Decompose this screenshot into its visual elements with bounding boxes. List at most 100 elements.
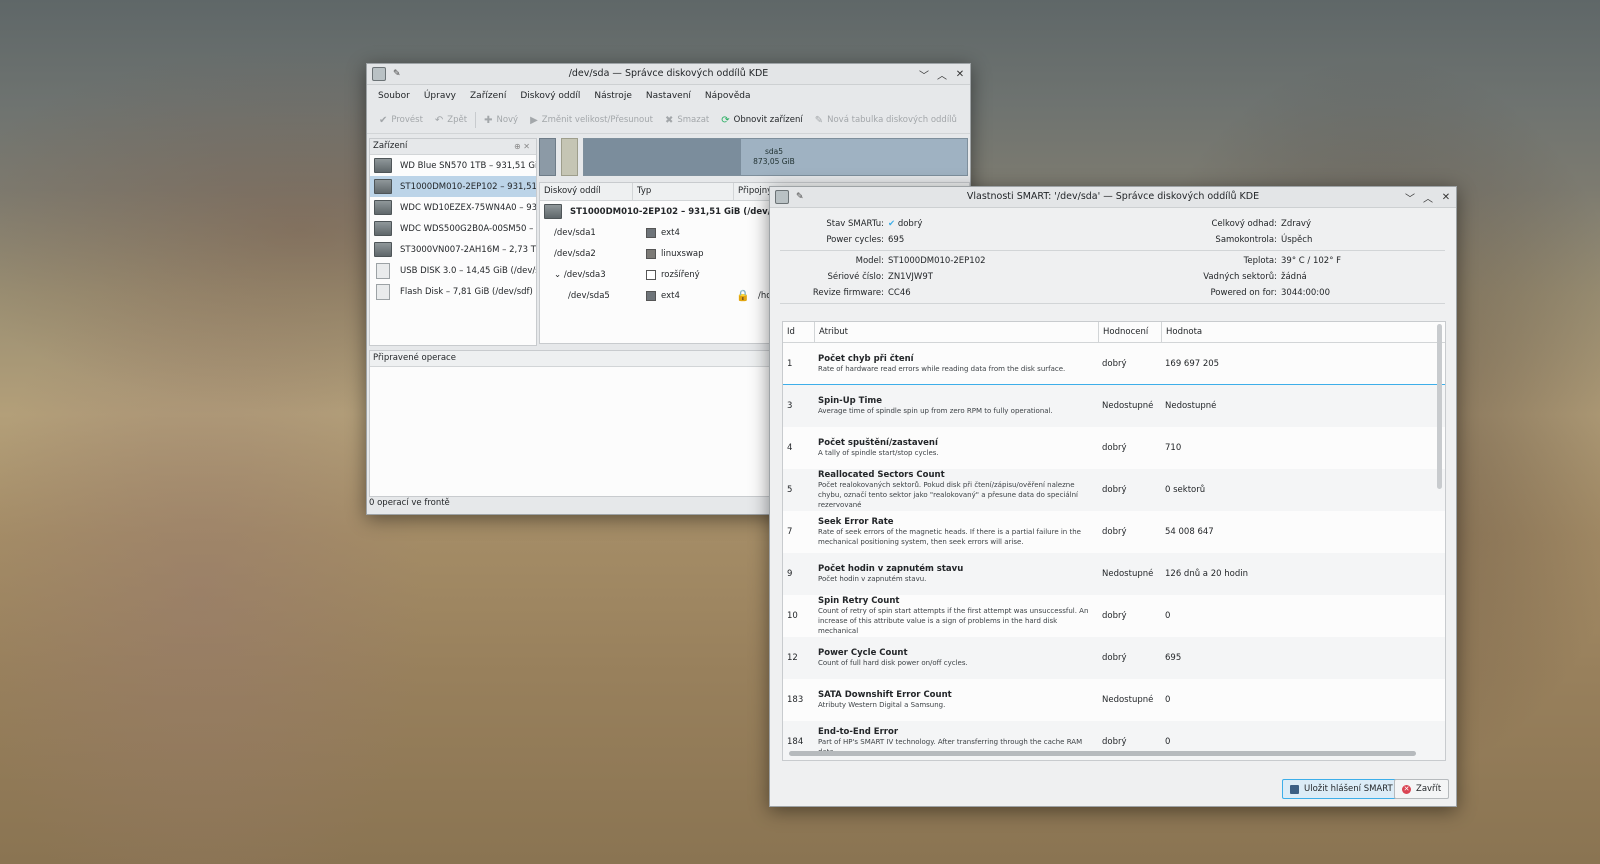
maximize-icon[interactable]: ︿ bbox=[936, 67, 948, 82]
disk-name: ST1000DM010-2EP102 – 931,51 GiB (/dev/sd… bbox=[570, 206, 792, 217]
menu-diskovy-oddil[interactable]: Diskový oddíl bbox=[513, 91, 587, 101]
col-value[interactable]: Hodnota bbox=[1162, 322, 1445, 342]
pm-title: /dev/sda — Správce diskových oddílů KDE bbox=[568, 68, 769, 79]
attribute-description: Rate of seek errors of the magnetic head… bbox=[818, 528, 1081, 546]
device-item[interactable]: WDC WDS500G2B0A-00SM50 – ... bbox=[370, 218, 536, 239]
pin-icon[interactable]: ✎ bbox=[796, 192, 804, 202]
partition-type: rozšířený bbox=[661, 269, 700, 280]
device-item[interactable]: ST3000VN007-2AH16M – 2,73 Ti... bbox=[370, 239, 536, 260]
attribute-description: Počet hodin v zapnutém stavu. bbox=[818, 575, 927, 583]
menu-napoveda[interactable]: Nápověda bbox=[698, 91, 758, 101]
close-button[interactable]: ✕ Zavřít bbox=[1394, 779, 1450, 799]
power-cycles: Power cycles: 695 bbox=[826, 233, 904, 247]
attribute-cell: Počet chyb při čtení Rate of hardware rea… bbox=[815, 354, 1099, 374]
apply-button[interactable]: ✔ Provést bbox=[373, 109, 429, 131]
partition-type: ext4 bbox=[661, 290, 680, 301]
col-type[interactable]: Typ bbox=[633, 183, 734, 200]
devices-title: Zařízení bbox=[373, 141, 408, 151]
app-icon[interactable] bbox=[372, 67, 386, 81]
device-label: Flash Disk – 7,81 GiB (/dev/sdf) bbox=[400, 286, 533, 297]
attribute-name: End-to-End Error bbox=[818, 727, 899, 737]
new-table-button[interactable]: ✎ Nová tabulka diskových oddílů bbox=[809, 109, 963, 131]
device-item[interactable]: Flash Disk – 7,81 GiB (/dev/sdf) bbox=[370, 281, 536, 302]
panel-close-icon[interactable]: ⊕ ✕ bbox=[514, 139, 530, 154]
serial-label: Sériové číslo: bbox=[827, 272, 884, 282]
attribute-row[interactable]: 7 Seek Error Rate Rate of seek errors of t… bbox=[783, 511, 1445, 553]
menu-zarizeni[interactable]: Zařízení bbox=[463, 91, 513, 101]
undo-button[interactable]: ↶ Zpět bbox=[429, 109, 473, 131]
attribute-evaluation: dobrý bbox=[1102, 653, 1127, 663]
attribute-row[interactable]: 9 Počet hodin v zapnutém stavu Počet hodin… bbox=[783, 553, 1445, 595]
menubar: Soubor Úpravy Zařízení Diskový oddíl Nás… bbox=[367, 85, 970, 107]
attribute-name: Počet chyb při čtení bbox=[818, 353, 914, 364]
col-evaluation[interactable]: Hodnocení bbox=[1099, 322, 1162, 342]
refresh-devices-button[interactable]: ⟳ Obnovit zařízení bbox=[715, 109, 808, 131]
col-attribute[interactable]: Atribut bbox=[815, 322, 1099, 342]
attribute-row[interactable]: 5 Reallocated Sectors Count Počet realokov… bbox=[783, 469, 1445, 511]
delete-button[interactable]: ✖ Smazat bbox=[659, 109, 715, 131]
attribute-row[interactable]: 12 Power Cycle Count Count of full hard di… bbox=[783, 637, 1445, 679]
partition-name: /dev/sda2 bbox=[554, 248, 596, 259]
attribute-value: 0 bbox=[1165, 611, 1171, 621]
horizontal-scrollbar[interactable] bbox=[789, 751, 1416, 756]
menu-upravy[interactable]: Úpravy bbox=[417, 91, 463, 101]
smart-title: Vlastnosti SMART: '/dev/sda' — Správce d… bbox=[966, 191, 1260, 202]
attribute-value: 0 bbox=[1165, 737, 1171, 747]
resize-icon: ▶ bbox=[530, 114, 538, 126]
model-label: Model: bbox=[855, 256, 884, 266]
devices-panel: Zařízení ⊕ ✕ WD Blue SN570 1TB – 931,51 G… bbox=[369, 138, 537, 346]
col-partition[interactable]: Diskový oddíl bbox=[540, 183, 633, 200]
menu-nastaveni[interactable]: Nastavení bbox=[639, 91, 698, 101]
save-label: Uložit hlášení SMART bbox=[1304, 784, 1393, 794]
partition-name: /dev/sda5 bbox=[568, 290, 610, 301]
close-icon[interactable]: ✕ bbox=[954, 69, 966, 80]
minimize-icon[interactable]: ﹀ bbox=[918, 67, 930, 82]
vertical-scrollbar[interactable] bbox=[1437, 324, 1442, 489]
attribute-row[interactable]: 3 Spin-Up Time Average time of spindle spi… bbox=[783, 385, 1445, 427]
attribute-id: 4 bbox=[787, 443, 793, 453]
device-item[interactable]: WD Blue SN570 1TB – 931,51 Gi... bbox=[370, 155, 536, 176]
device-item[interactable]: WDC WD10EZEX-75WN4A0 – 93... bbox=[370, 197, 536, 218]
menu-nastroje[interactable]: Nástroje bbox=[587, 91, 639, 101]
partition-bar[interactable]: sda5 873,05 GiB bbox=[539, 138, 968, 176]
minimize-icon[interactable]: ﹀ bbox=[1404, 190, 1416, 205]
overall-value: Zdravý bbox=[1281, 219, 1311, 229]
menu-soubor[interactable]: Soubor bbox=[371, 91, 417, 101]
attribute-id: 7 bbox=[787, 527, 793, 537]
new-button[interactable]: ✚ Nový bbox=[478, 109, 524, 131]
partition-segment-sda2[interactable] bbox=[561, 138, 578, 176]
attribute-row[interactable]: 1 Počet chyb při čtení Rate of hardware re… bbox=[783, 343, 1445, 385]
device-item[interactable]: USB DISK 3.0 – 14,45 GiB (/dev/s... bbox=[370, 260, 536, 281]
attribute-id: 1 bbox=[787, 358, 793, 369]
fs-color-icon bbox=[646, 227, 656, 238]
pm-titlebar[interactable]: ✎ /dev/sda — Správce diskových oddílů KD… bbox=[367, 64, 970, 85]
partition-segment-sda5[interactable]: sda5 873,05 GiB bbox=[583, 138, 968, 176]
temperature: Teplota: 39° C / 102° F bbox=[1244, 254, 1341, 268]
attribute-row[interactable]: 4 Počet spuštění/zastavení A tally of spin… bbox=[783, 427, 1445, 469]
attribute-evaluation: dobrý bbox=[1102, 527, 1127, 537]
partition-name-text: /dev/sda3 bbox=[563, 269, 606, 280]
model: Model: ST1000DM010-2EP102 bbox=[856, 254, 986, 268]
col-id[interactable]: Id bbox=[783, 322, 815, 342]
attribute-cell: Spin-Up Time Average time of spindle spin… bbox=[815, 396, 1099, 416]
attribute-row[interactable]: 10 Spin Retry Count Count of retry of spin… bbox=[783, 595, 1445, 637]
expand-icon[interactable]: ⌄ bbox=[554, 270, 564, 280]
overall-assessment: Celkový odhad: Zdravý bbox=[1211, 217, 1311, 231]
attribute-evaluation: Nedostupné bbox=[1102, 695, 1154, 705]
pin-icon[interactable]: ✎ bbox=[393, 69, 401, 79]
attribute-cell: Power Cycle Count Count of full hard disk… bbox=[815, 648, 1099, 668]
device-item[interactable]: ST1000DM010-2EP102 – 931,51 ... bbox=[370, 176, 536, 197]
maximize-icon[interactable]: ︿ bbox=[1422, 190, 1434, 205]
toolbar: ✔ Provést ↶ Zpět ✚ Nový ▶ Změnit velikost/Př… bbox=[367, 107, 970, 134]
resize-button[interactable]: ▶ Změnit velikost/Přesunout bbox=[524, 109, 659, 131]
save-smart-report-button[interactable]: Uložit hlášení SMART bbox=[1282, 779, 1401, 799]
partition-segment-sda1[interactable] bbox=[539, 138, 556, 176]
attribute-description: Count of retry of spin start attempts if… bbox=[818, 607, 1089, 635]
close-icon[interactable]: ✕ bbox=[1440, 192, 1452, 203]
attributes-table[interactable]: Id Atribut Hodnocení Hodnota 1 Počet chyb… bbox=[782, 321, 1446, 761]
attribute-row[interactable]: 183 SATA Downshift Error Count Atributy We… bbox=[783, 679, 1445, 721]
device-label: USB DISK 3.0 – 14,45 GiB (/dev/s... bbox=[400, 265, 536, 276]
smart-titlebar[interactable]: ✎ Vlastnosti SMART: '/dev/sda' — Správce… bbox=[770, 187, 1456, 208]
bad-sectors-label: Vadných sektorů: bbox=[1203, 272, 1277, 282]
app-icon[interactable] bbox=[775, 190, 789, 204]
